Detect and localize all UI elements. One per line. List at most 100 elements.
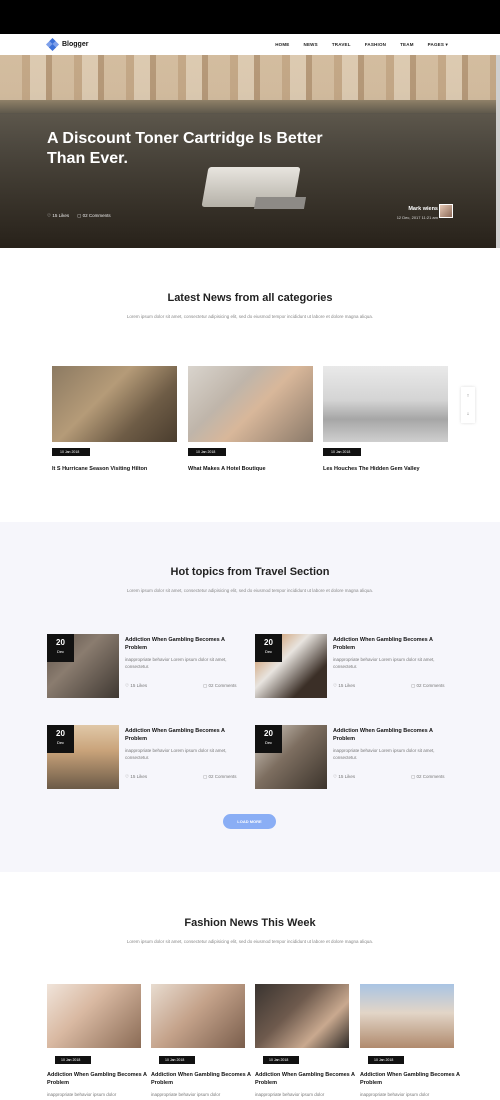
comments-label: 02 Comments bbox=[208, 774, 237, 779]
logo[interactable]: Blogger bbox=[45, 37, 89, 52]
date-badge: 20 Dec bbox=[255, 725, 282, 753]
likes-label: 15 Likes bbox=[130, 774, 148, 779]
hot-card[interactable]: 20 Dec Addiction When Gambling Becomes A … bbox=[47, 634, 257, 704]
menu-item-fashion[interactable]: FASHION bbox=[365, 42, 386, 48]
date-badge: 20 Dec bbox=[47, 725, 74, 753]
hot-text: inappropriate behavior Lorem ipsum dolor… bbox=[333, 748, 435, 760]
hot-title[interactable]: Addiction When Gambling Becomes A Proble… bbox=[333, 637, 453, 652]
fashion-image[interactable] bbox=[151, 984, 245, 1048]
fashion-text: inappropriate behavior ipsum dolor bbox=[360, 1092, 430, 1097]
chevron-down-icon: ▾ bbox=[445, 42, 448, 47]
chat-bubble-icon: ▢ bbox=[411, 774, 416, 779]
comments-label: 02 Comments bbox=[416, 774, 445, 779]
hot-title: Hot topics from Travel Section bbox=[170, 566, 330, 578]
heart-icon: ♡ bbox=[125, 683, 130, 688]
post-date: 12 Dec, 2017 11:21 am bbox=[396, 215, 438, 220]
hot-title[interactable]: Addiction When Gambling Becomes A Proble… bbox=[125, 728, 245, 743]
comments[interactable]: ▢ 02 Comments bbox=[411, 683, 445, 689]
logo-text: Blogger bbox=[62, 41, 89, 48]
date-month: Dec bbox=[264, 649, 273, 654]
fashion-text: inappropriate behavior ipsum dolor bbox=[47, 1092, 117, 1097]
fashion-date-badge: 10 Jan 2018 bbox=[55, 1056, 91, 1064]
news-card[interactable]: 10 Jan 2018 It S Hurricane Season Visiti… bbox=[52, 366, 177, 472]
latest-desc: Lorem ipsum dolor sit amet, consectetur … bbox=[126, 314, 374, 319]
load-more-button[interactable]: LOAD MORE bbox=[223, 814, 276, 829]
fashion-image[interactable] bbox=[47, 984, 141, 1048]
menu-item-home[interactable]: HOME bbox=[275, 42, 289, 48]
arrow-down-icon[interactable]: ↓ bbox=[467, 411, 470, 417]
hot-title[interactable]: Addiction When Gambling Becomes A Proble… bbox=[333, 728, 453, 743]
comments[interactable]: ▢ 02 Comments bbox=[203, 774, 237, 780]
fashion-card[interactable]: 10 Jan 2018 Addiction When Gambling Beco… bbox=[47, 984, 147, 1097]
news-card[interactable]: 10 Jan 2018 What Makes A Hotel Boutique bbox=[188, 366, 313, 472]
fashion-text: inappropriate behavior ipsum dolor bbox=[255, 1092, 325, 1097]
likes[interactable]: ♡ 15 Likes bbox=[333, 683, 355, 689]
hero-title[interactable]: A Discount Toner Cartridge Is Better Tha… bbox=[47, 129, 327, 169]
fashion-card[interactable]: 10 Jan 2018 Addiction When Gambling Beco… bbox=[360, 984, 460, 1097]
news-image[interactable] bbox=[323, 366, 448, 442]
likes[interactable]: ♡ 15 Likes bbox=[333, 774, 355, 780]
fashion-card[interactable]: 10 Jan 2018 Addiction When Gambling Beco… bbox=[151, 984, 251, 1097]
news-image[interactable] bbox=[52, 366, 177, 442]
fashion-title[interactable]: Addiction When Gambling Becomes A Proble… bbox=[255, 1072, 355, 1087]
fashion-card[interactable]: 10 Jan 2018 Addiction When Gambling Beco… bbox=[255, 984, 355, 1097]
carousel-arrows: ↑ ↓ bbox=[461, 387, 475, 423]
chat-bubble-icon: ▢ bbox=[411, 683, 416, 688]
news-title[interactable]: What Makes A Hotel Boutique bbox=[188, 466, 266, 472]
likes[interactable]: ♡ 15 Likes bbox=[125, 774, 147, 780]
news-date-badge: 10 Jan 2018 bbox=[52, 448, 90, 456]
author-name[interactable]: Mark wiens bbox=[397, 206, 438, 212]
comments[interactable]: ▢ 02 Comments bbox=[203, 683, 237, 689]
fashion-title[interactable]: Addiction When Gambling Becomes A Proble… bbox=[151, 1072, 251, 1087]
news-title[interactable]: Les Houches The Hidden Gem Valley bbox=[323, 466, 420, 472]
likes-label: 15 Likes bbox=[130, 683, 148, 688]
date-month: Dec bbox=[264, 740, 273, 745]
likes[interactable]: ♡ 15 Likes bbox=[125, 683, 147, 689]
scrollbar[interactable] bbox=[496, 55, 500, 248]
fashion-image[interactable] bbox=[255, 984, 349, 1048]
hero-meta: ♡ 15 Likes ▢ 02 Comments bbox=[47, 213, 111, 219]
fashion-date-badge: 10 Jan 2018 bbox=[159, 1056, 195, 1064]
fashion-text: inappropriate behavior ipsum dolor bbox=[151, 1092, 221, 1097]
hero-shore bbox=[0, 100, 500, 114]
arrow-up-icon[interactable]: ↑ bbox=[467, 393, 470, 399]
fashion-image[interactable] bbox=[360, 984, 454, 1048]
date-day: 20 bbox=[56, 729, 65, 738]
news-date-badge: 10 Jan 2018 bbox=[323, 448, 361, 456]
fashion-title: Fashion News This Week bbox=[184, 917, 316, 929]
hot-desc: Lorem ipsum dolor sit amet, consectetur … bbox=[126, 588, 374, 593]
menu-item-news[interactable]: NEWS bbox=[304, 42, 318, 48]
avatar[interactable] bbox=[439, 204, 453, 218]
hero-author: Mark wiens 12 Dec, 2017 11:21 am bbox=[397, 206, 438, 220]
hot-title[interactable]: Addiction When Gambling Becomes A Proble… bbox=[125, 637, 245, 652]
top-black-bar bbox=[0, 0, 500, 34]
hot-text: inappropriate behavior Lorem ipsum dolor… bbox=[125, 748, 227, 760]
hero-comments[interactable]: ▢ 02 Comments bbox=[77, 213, 111, 219]
date-month: Dec bbox=[56, 740, 65, 745]
menu-item-pages[interactable]: PAGES ▾ bbox=[428, 42, 448, 48]
heart-icon: ♡ bbox=[333, 774, 338, 779]
comments[interactable]: ▢ 02 Comments bbox=[411, 774, 445, 780]
news-date-badge: 10 Jan 2018 bbox=[188, 448, 226, 456]
hot-text: inappropriate behavior Lorem ipsum dolor… bbox=[125, 657, 227, 669]
hero-likes[interactable]: ♡ 15 Likes bbox=[47, 213, 69, 219]
news-card[interactable]: 10 Jan 2018 Les Houches The Hidden Gem V… bbox=[323, 366, 448, 472]
menu-item-travel[interactable]: TRAVEL bbox=[332, 42, 351, 48]
date-day: 20 bbox=[264, 638, 273, 647]
diamond-logo-icon bbox=[45, 37, 60, 52]
news-image[interactable] bbox=[188, 366, 313, 442]
hot-card[interactable]: 20 Dec Addiction When Gambling Becomes A … bbox=[47, 725, 257, 795]
date-day: 20 bbox=[264, 729, 273, 738]
fashion-date-badge: 10 Jan 2018 bbox=[368, 1056, 404, 1064]
hero-boat-hull bbox=[253, 197, 307, 209]
latest-title: Latest News from all categories bbox=[167, 292, 333, 304]
hero-likes-label: 15 Likes bbox=[52, 213, 70, 218]
menu-item-team[interactable]: TEAM bbox=[400, 42, 414, 48]
likes-label: 15 Likes bbox=[338, 774, 356, 779]
news-title[interactable]: It S Hurricane Season Visiting Hilton bbox=[52, 466, 147, 472]
main-menu: HOME NEWS TRAVEL FASHION TEAM PAGES ▾ bbox=[261, 42, 448, 48]
fashion-title[interactable]: Addiction When Gambling Becomes A Proble… bbox=[360, 1072, 460, 1087]
fashion-title[interactable]: Addiction When Gambling Becomes A Proble… bbox=[47, 1072, 147, 1087]
hot-card[interactable]: 20 Dec Addiction When Gambling Becomes A … bbox=[255, 725, 465, 795]
hot-card[interactable]: 20 Dec Addiction When Gambling Becomes A … bbox=[255, 634, 465, 704]
